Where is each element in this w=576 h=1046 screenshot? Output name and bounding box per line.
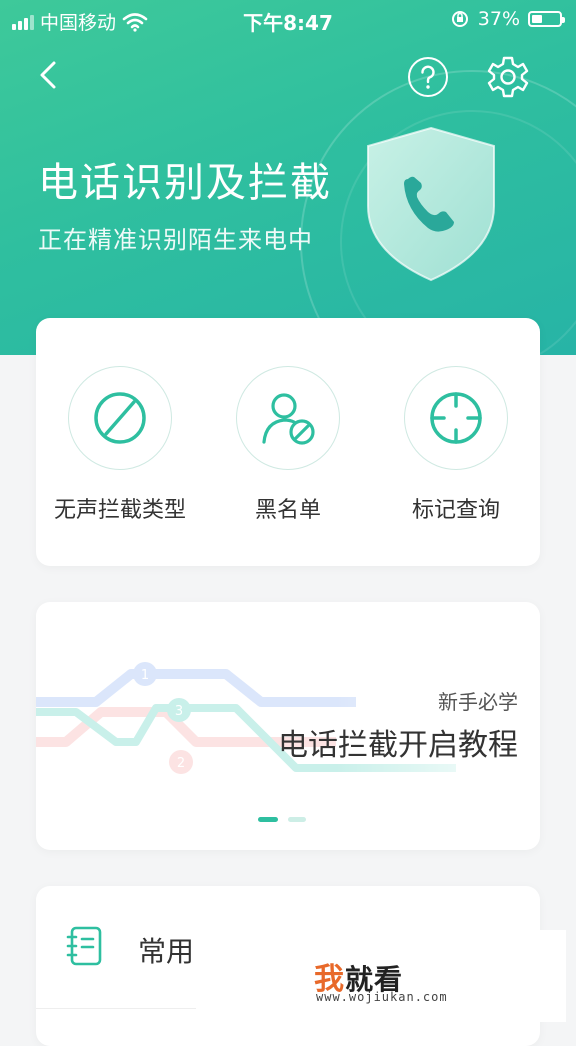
help-button[interactable] [407,56,449,98]
art-number: 1 [141,668,149,683]
func-label: 无声拦截类型 [53,498,186,523]
func-blacklist[interactable]: 黑名单 [204,366,372,524]
pagination-dot[interactable] [288,817,306,822]
func-icon-circle [404,366,508,470]
func-label: 黑名单 [254,498,321,523]
function-card: 无声拦截类型 黑名单 标记查询 [36,318,540,566]
banner-title: 电话拦截开启教程 [278,728,518,763]
watermark-url: www.wojiukan.com [316,990,448,1004]
common-section-title: 常用 [138,935,195,968]
banner-tag: 新手必学 [438,690,518,714]
crosshair-icon [430,392,482,444]
rotation-lock-icon [451,11,468,27]
shield-phone-icon [367,126,495,282]
func-silent-block[interactable]: 无声拦截类型 [36,366,204,524]
func-icon-circle [68,366,172,470]
tutorial-banner[interactable]: 1 3 2 新手必学 电话拦截开启教程 [36,602,540,850]
battery-percent: 37% [477,8,520,30]
page-subtitle: 正在精准识别陌生来电中 [38,226,313,254]
user-blocked-icon [262,393,315,445]
notebook-icon [66,926,102,966]
func-label: 标记查询 [411,498,500,523]
banner-pagination [258,817,306,822]
watermark-logo: 我就看 www.wojiukan.com [196,930,566,1022]
status-bar: 中国移动 下午8:47 37% [0,0,576,38]
page-title: 电话识别及拦截 [38,160,332,206]
art-number: 2 [177,756,185,771]
pagination-dot[interactable] [258,817,278,822]
func-mark-query[interactable]: 标记查询 [372,366,540,524]
block-icon [94,392,146,444]
func-icon-circle [236,366,340,470]
battery-icon [528,11,565,27]
back-button[interactable] [30,55,70,95]
header-banner: 中国移动 下午8:47 37% 电话识别及拦截 正在精准识别陌生来电中 [0,0,576,355]
settings-button[interactable] [485,54,531,100]
art-number: 3 [175,704,183,719]
